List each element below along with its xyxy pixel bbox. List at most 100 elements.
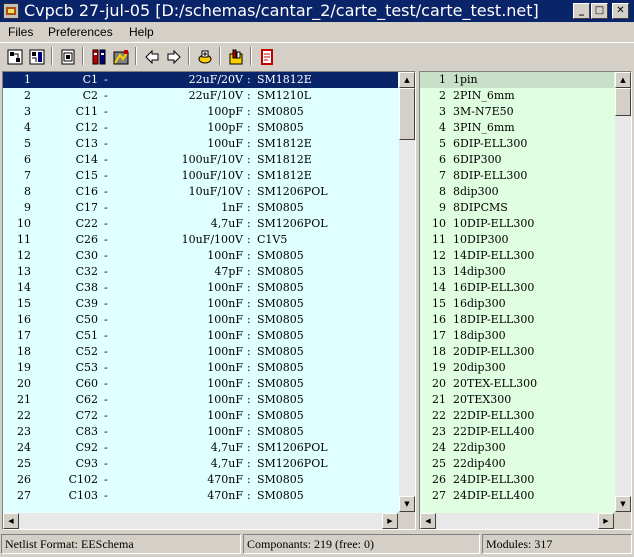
- component-value: 4,7uF: [210, 217, 243, 230]
- scroll-right-button[interactable]: ▶: [598, 513, 614, 529]
- module-row[interactable]: 5 6DIP-ELL300: [420, 136, 614, 152]
- component-row[interactable]: 27 C103 470nF SM0805 -:: [3, 488, 398, 504]
- scroll-right-button[interactable]: ▶: [382, 513, 398, 529]
- component-reference: C30: [75, 249, 98, 262]
- module-row[interactable]: 11 10DIP300: [420, 232, 614, 248]
- component-row[interactable]: 26 C102 470nF SM0805 -:: [3, 472, 398, 488]
- module-row[interactable]: 25 22dip400: [420, 456, 614, 472]
- previous-button[interactable]: [141, 46, 162, 66]
- scroll-up-button[interactable]: ▲: [399, 72, 415, 88]
- component-reference: C12: [75, 121, 98, 134]
- view-footprint-button[interactable]: [110, 46, 131, 66]
- component-row[interactable]: 4 C12 100pF SM0805 -:: [3, 120, 398, 136]
- component-row[interactable]: 2 C2 22uF/10V SM1210L -:: [3, 88, 398, 104]
- auto-associate-button[interactable]: [194, 46, 215, 66]
- module-name: 8dip300: [453, 185, 499, 198]
- module-row[interactable]: 22 22DIP-ELL300: [420, 408, 614, 424]
- component-row[interactable]: 6 C14 100uF/10V SM1812E -:: [3, 152, 398, 168]
- separator-dash: -: [104, 329, 108, 342]
- scroll-down-button[interactable]: ▼: [615, 496, 631, 512]
- component-row[interactable]: 3 C11 100pF SM0805 -:: [3, 104, 398, 120]
- module-row[interactable]: 14 16DIP-ELL300: [420, 280, 614, 296]
- module-row[interactable]: 10 10DIP-ELL300: [420, 216, 614, 232]
- scroll-left-button[interactable]: ◀: [3, 513, 19, 529]
- component-row[interactable]: 5 C13 100uF SM1812E -:: [3, 136, 398, 152]
- component-row[interactable]: 1 C1 22uF/20V SM1812E -:: [3, 72, 398, 88]
- component-row[interactable]: 23 C83 100nF SM0805 -:: [3, 424, 398, 440]
- load-netlist-button[interactable]: [4, 46, 25, 66]
- component-row[interactable]: 16 C50 100nF SM0805 -:: [3, 312, 398, 328]
- modules-horizontal-scrollbar[interactable]: ◀ ▶: [420, 513, 614, 529]
- save-netlist-button[interactable]: [26, 46, 47, 66]
- module-row[interactable]: 21 20TEX300: [420, 392, 614, 408]
- component-row[interactable]: 7 C15 100uF/10V SM1812E -:: [3, 168, 398, 184]
- component-value: 470nF: [207, 489, 243, 502]
- module-row[interactable]: 4 3PIN_6mm: [420, 120, 614, 136]
- module-row[interactable]: 17 18dip300: [420, 328, 614, 344]
- close-button[interactable]: ✕: [612, 3, 629, 19]
- component-row[interactable]: 8 C16 10uF/10V SM1206POL -:: [3, 184, 398, 200]
- module-row[interactable]: 23 22DIP-ELL400: [420, 424, 614, 440]
- module-row[interactable]: 20 20TEX-ELL300: [420, 376, 614, 392]
- module-row[interactable]: 9 8DIPCMS: [420, 200, 614, 216]
- scroll-thumb[interactable]: [615, 88, 631, 116]
- module-row[interactable]: 24 22dip300: [420, 440, 614, 456]
- module-row[interactable]: 3 3M-N7E50: [420, 104, 614, 120]
- module-row[interactable]: 1 1pin: [420, 72, 614, 88]
- components-vertical-scrollbar[interactable]: ▲ ▼: [399, 72, 415, 512]
- component-footprint: SM0805: [257, 313, 304, 326]
- component-row[interactable]: 14 C38 100nF SM0805 -:: [3, 280, 398, 296]
- modules-vertical-scrollbar[interactable]: ▲ ▼: [615, 72, 631, 512]
- module-row[interactable]: 12 14DIP-ELL300: [420, 248, 614, 264]
- scroll-up-button[interactable]: ▲: [615, 72, 631, 88]
- scroll-thumb[interactable]: [399, 88, 415, 140]
- module-row[interactable]: 15 16dip300: [420, 296, 614, 312]
- module-row[interactable]: 2 2PIN_6mm: [420, 88, 614, 104]
- scroll-down-button[interactable]: ▼: [399, 496, 415, 512]
- component-footprint: SM1210L: [257, 89, 312, 102]
- module-row[interactable]: 8 8dip300: [420, 184, 614, 200]
- title-bar[interactable]: Cvpcb 27-jul-05 [D:/schemas/cantar_2/car…: [0, 0, 634, 22]
- separator-dash: -: [104, 73, 108, 86]
- module-row[interactable]: 18 20DIP-ELL300: [420, 344, 614, 360]
- module-row[interactable]: 19 20dip300: [420, 360, 614, 376]
- component-row[interactable]: 24 C92 4,7uF SM1206POL -:: [3, 440, 398, 456]
- component-row[interactable]: 10 C22 4,7uF SM1206POL -:: [3, 216, 398, 232]
- modules-list[interactable]: 1 1pin 2 2PIN_6mm 3 3M-N7E50 4 3PIN_6mm 5 6DIP-EL…: [420, 72, 614, 512]
- component-reference: C17: [75, 201, 98, 214]
- component-row[interactable]: 15 C39 100nF SM0805 -:: [3, 296, 398, 312]
- maximize-button[interactable]: □: [591, 3, 608, 19]
- component-row[interactable]: 17 C51 100nF SM0805 -:: [3, 328, 398, 344]
- module-row[interactable]: 13 14dip300: [420, 264, 614, 280]
- component-row[interactable]: 25 C93 4,7uF SM1206POL -:: [3, 456, 398, 472]
- component-row[interactable]: 22 C72 100nF SM0805 -:: [3, 408, 398, 424]
- create-component-file-button[interactable]: [57, 46, 78, 66]
- component-row[interactable]: 9 C17 1nF SM0805 -:: [3, 200, 398, 216]
- library-config-button[interactable]: [88, 46, 109, 66]
- minimize-button[interactable]: _: [573, 3, 590, 19]
- component-row[interactable]: 18 C52 100nF SM0805 -:: [3, 344, 398, 360]
- module-row[interactable]: 7 8DIP-ELL300: [420, 168, 614, 184]
- module-row[interactable]: 27 24DIP-ELL400: [420, 488, 614, 504]
- component-row[interactable]: 11 C26 10uF/100V C1V5 -:: [3, 232, 398, 248]
- components-horizontal-scrollbar[interactable]: ◀ ▶: [3, 513, 398, 529]
- menu-preferences[interactable]: Preferences: [48, 25, 113, 39]
- component-row[interactable]: 20 C60 100nF SM0805 -:: [3, 376, 398, 392]
- component-row[interactable]: 12 C30 100nF SM0805 -:: [3, 248, 398, 264]
- delete-associations-button[interactable]: [225, 46, 246, 66]
- documentation-button[interactable]: [256, 46, 277, 66]
- scroll-left-button[interactable]: ◀: [420, 513, 436, 529]
- module-number: 13: [432, 265, 446, 278]
- module-row[interactable]: 26 24DIP-ELL300: [420, 472, 614, 488]
- module-row[interactable]: 6 6DIP300: [420, 152, 614, 168]
- menu-help[interactable]: Help: [129, 25, 154, 39]
- menu-files[interactable]: Files: [8, 25, 33, 39]
- components-list[interactable]: 1 C1 22uF/20V SM1812E -: 2 C2 22uF/10V SM1210L -:…: [3, 72, 398, 512]
- component-row[interactable]: 13 C32 47pF SM0805 -:: [3, 264, 398, 280]
- component-row[interactable]: 19 C53 100nF SM0805 -:: [3, 360, 398, 376]
- module-row[interactable]: 16 18DIP-ELL300: [420, 312, 614, 328]
- component-row[interactable]: 21 C62 100nF SM0805 -:: [3, 392, 398, 408]
- component-reference: C22: [75, 217, 98, 230]
- component-footprint: SM1812E: [257, 153, 312, 166]
- next-button[interactable]: [163, 46, 184, 66]
